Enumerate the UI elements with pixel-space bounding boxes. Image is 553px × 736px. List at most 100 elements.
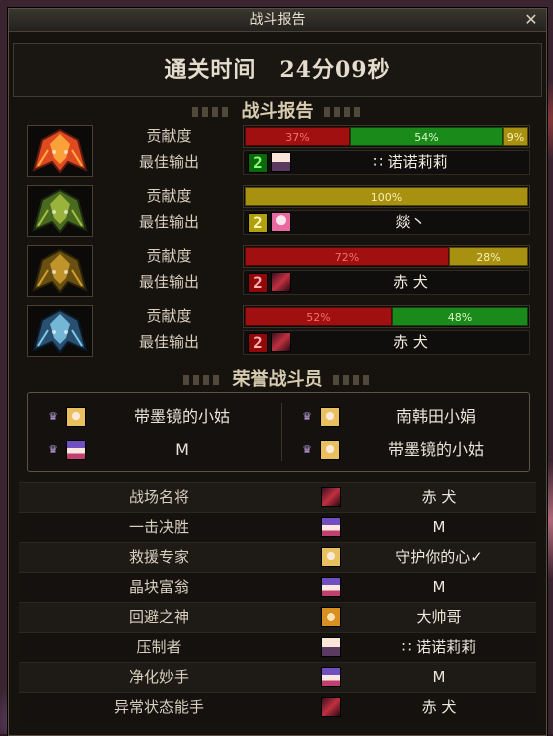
best-output-label: 最佳输出 — [138, 273, 199, 291]
best-output-box: 2 燚丶 — [243, 210, 530, 235]
player-avatar[interactable] — [321, 667, 341, 687]
awards-table: 战场名将赤 犬一击决胜 M 救援专家 守护你的心✓ 晶块富翁 M 回避之神 大帅哥 压制者 ∷ 诺… — [19, 482, 536, 735]
honor-entry[interactable]: ♛ M — [36, 435, 276, 465]
battle-report-window: 战斗报告 ✕ 通关时间 24分09秒 战斗报告 贡献度 最佳输出 37% 54% 9% 2… — [8, 8, 547, 736]
honor-player-name: 带墨镜的小姑 — [133, 407, 230, 426]
rank-icon: 2 — [248, 153, 268, 173]
award-player-name: M — [432, 668, 446, 686]
award-player-name: M — [432, 518, 446, 536]
player-avatar[interactable] — [271, 212, 291, 232]
ornament-right-icon — [323, 107, 364, 117]
best-player-name: ∷ 诺诺莉莉 — [373, 153, 448, 171]
contribution-bar: 52% 48% — [243, 305, 530, 328]
contribution-bar: 100% — [243, 185, 530, 208]
player-avatar[interactable] — [320, 440, 340, 460]
player-avatar[interactable] — [321, 487, 341, 507]
contribution-label: 贡献度 — [146, 187, 192, 205]
player-avatar[interactable] — [271, 272, 291, 292]
contribution-segment: 9% — [503, 127, 528, 146]
best-output-box: 2 赤 犬 — [243, 330, 530, 355]
contribution-segment: 48% — [392, 307, 528, 326]
best-player-name: 燚丶 — [395, 213, 426, 231]
ice-helmet-icon[interactable] — [27, 305, 93, 357]
honor-box: ♛ 带墨镜的小姑 ♛ 南韩田小娟 ♛ M ♛ 带墨镜的小姑 — [27, 392, 530, 472]
title-bar[interactable]: 战斗报告 ✕ — [9, 9, 546, 32]
award-title: 晶块富翁 — [128, 578, 189, 596]
contribution-bar: 37% 54% 9% — [243, 125, 530, 148]
best-output-box: 2 ∷ 诺诺莉莉 — [243, 150, 530, 175]
honor-divider — [281, 403, 282, 461]
report-section-title: 战斗报告 — [9, 97, 546, 123]
gold-helmet-icon[interactable] — [27, 245, 93, 297]
player-avatar[interactable] — [320, 407, 340, 427]
boss-row: 贡献度最佳输出 72% 28% 2 赤 犬 — [27, 243, 530, 297]
award-title: 回避之神 — [128, 608, 189, 626]
contribution-label: 贡献度 — [146, 127, 192, 145]
award-title: 战场名将 — [128, 488, 189, 506]
green-horn-helmet-icon[interactable] — [27, 185, 93, 237]
rank-icon: 2 — [248, 213, 268, 233]
medal-icon: ♛ — [302, 443, 312, 456]
honor-entry[interactable]: ♛ 带墨镜的小姑 — [290, 435, 530, 465]
player-avatar[interactable] — [321, 547, 341, 567]
honor-section-title: 荣誉战斗员 — [9, 365, 546, 391]
award-player-name: 赤 犬 — [421, 698, 457, 716]
medal-icon: ♛ — [302, 410, 312, 423]
ornament-left-icon — [182, 375, 223, 385]
honor-section-label: 荣誉战斗员 — [232, 369, 323, 390]
clear-time: 通关时间 24分09秒 — [164, 57, 391, 83]
contribution-segment: 37% — [245, 127, 350, 146]
player-avatar[interactable] — [321, 697, 341, 717]
honor-player-name: 南韩田小娟 — [395, 407, 476, 426]
rank-icon: 2 — [248, 333, 268, 353]
report-section-label: 战斗报告 — [241, 101, 314, 122]
player-avatar[interactable] — [321, 637, 341, 657]
award-title: 净化妙手 — [128, 668, 189, 686]
close-icon[interactable]: ✕ — [522, 10, 540, 30]
award-row: 净化妙手 M — [19, 662, 536, 692]
boss-row: 贡献度最佳输出 37% 54% 9% 2 ∷ 诺诺莉莉 — [27, 123, 530, 177]
player-avatar[interactable] — [321, 577, 341, 597]
award-title: 一击决胜 — [128, 518, 189, 536]
contribution-bar: 72% 28% — [243, 245, 530, 268]
award-title: 压制者 — [136, 638, 182, 656]
award-title: 救援专家 — [128, 548, 189, 566]
ornament-left-icon — [191, 107, 232, 117]
best-player-name: 赤 犬 — [393, 273, 428, 291]
contribution-segment: 54% — [350, 127, 503, 146]
contribution-segment: 52% — [245, 307, 392, 326]
best-output-label: 最佳输出 — [138, 333, 199, 351]
flame-helmet-icon[interactable] — [27, 125, 93, 177]
award-row: 压制者 ∷ 诺诺莉莉 — [19, 632, 536, 662]
honor-entry[interactable]: ♛ 南韩田小娟 — [290, 402, 530, 432]
player-avatar[interactable] — [66, 440, 86, 460]
award-player-name: 守护你的心✓ — [395, 548, 483, 566]
medal-icon: ♛ — [48, 410, 58, 423]
player-avatar[interactable] — [271, 152, 291, 172]
best-output-label: 最佳输出 — [138, 213, 199, 231]
player-avatar[interactable] — [271, 332, 291, 352]
player-avatar[interactable] — [321, 517, 341, 537]
player-avatar[interactable] — [66, 407, 86, 427]
award-title: 异常状态能手 — [113, 698, 204, 716]
honor-player-name: 带墨镜的小姑 — [387, 440, 484, 459]
award-player-name: 大帅哥 — [416, 608, 462, 626]
honor-entry[interactable]: ♛ 带墨镜的小姑 — [36, 402, 276, 432]
contribution-label: 贡献度 — [146, 247, 192, 265]
contribution-segment: 28% — [449, 247, 528, 266]
award-row: 救援专家 守护你的心✓ — [19, 542, 536, 572]
contribution-segment: 100% — [245, 187, 528, 206]
best-player-name: 赤 犬 — [393, 333, 428, 351]
ornament-right-icon — [332, 375, 373, 385]
rank-icon: 2 — [248, 273, 268, 293]
boss-row: 贡献度 最佳输出 52% 48% 2 赤 犬 — [27, 303, 530, 357]
contribution-segment: 72% — [245, 247, 449, 266]
award-row: 战场名将 赤 犬 — [19, 482, 536, 512]
window-title: 战斗报告 — [249, 12, 306, 28]
player-avatar[interactable] — [321, 607, 341, 627]
best-output-box: 2 赤 犬 — [243, 270, 530, 295]
award-row: 异常状态能手 赤 犬 — [19, 692, 536, 722]
award-player-name: ∷ 诺诺莉莉 — [401, 638, 477, 656]
best-output-label: 最佳输出 — [138, 153, 199, 171]
clear-time-box: 通关时间 24分09秒 — [13, 43, 542, 97]
